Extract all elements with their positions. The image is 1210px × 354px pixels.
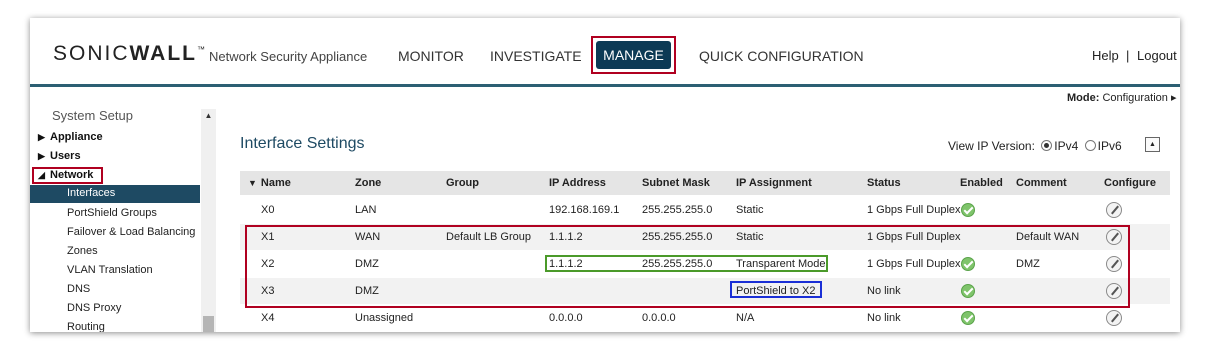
ipv6-radio[interactable] xyxy=(1084,140,1096,151)
sort-down-icon: ▼ xyxy=(248,178,257,188)
help-link[interactable]: Help xyxy=(1092,48,1119,63)
caret-right-icon: ▶ xyxy=(38,151,45,161)
cell-subnet-mask: 0.0.0.0 xyxy=(642,312,676,324)
column-header-ip-assignment[interactable]: IP Assignment xyxy=(736,177,812,189)
table-row[interactable]: X4 Unassigned 0.0.0.0 0.0.0.0 N/A No lin… xyxy=(240,305,1170,331)
sidebar-item-users[interactable]: ▶ Users xyxy=(38,150,81,162)
cell-name: X0 xyxy=(261,204,275,216)
configure-pencil-icon[interactable] xyxy=(1106,310,1122,326)
ip-highlight-box xyxy=(545,255,828,272)
sidebar-scrollbar[interactable] xyxy=(201,109,216,332)
logout-link[interactable]: Logout xyxy=(1137,48,1177,63)
sidebar-item-failover-load-balancing[interactable]: Failover & Load Balancing xyxy=(67,226,195,238)
table-row[interactable]: X0 LAN 192.168.169.1 255.255.255.0 Stati… xyxy=(240,197,1170,223)
sidebar-item-appliance[interactable]: ▶ Appliance xyxy=(38,131,103,143)
nav-investigate[interactable]: INVESTIGATE xyxy=(490,48,582,64)
cell-ip-address: 192.168.169.1 xyxy=(549,204,620,216)
network-highlight-box xyxy=(32,167,103,184)
sidebar: System Setup ▶ Appliance ▶ Users ◢ Network … xyxy=(30,87,217,332)
cell-status: No link xyxy=(867,312,901,324)
cell-subnet-mask: 255.255.255.0 xyxy=(642,204,713,216)
column-header-name[interactable]: ▼ Name xyxy=(248,177,291,189)
sidebar-item-dns-proxy[interactable]: DNS Proxy xyxy=(67,302,121,314)
table-header: ▼ Name Zone Group IP Address Subnet Mask … xyxy=(240,171,1170,195)
sidebar-item-dns[interactable]: DNS xyxy=(67,283,90,295)
configure-pencil-icon[interactable] xyxy=(1106,202,1122,218)
sidebar-item-routing[interactable]: Routing xyxy=(67,321,105,332)
mode-indicator[interactable]: Mode: Configuration ▸ xyxy=(1067,91,1176,104)
column-header-status[interactable]: Status xyxy=(867,177,901,189)
column-header-subnet-mask[interactable]: Subnet Mask xyxy=(642,177,710,189)
app-window: SONICWALL™ Network Security Appliance MO… xyxy=(30,18,1180,332)
scroll-up-arrow-icon[interactable]: ▲ xyxy=(201,109,216,123)
nav-quick-configuration[interactable]: QUICK CONFIGURATION xyxy=(699,48,864,64)
product-subtitle: Network Security Appliance xyxy=(209,49,368,64)
header-separator: | xyxy=(1126,48,1130,63)
enabled-check-icon[interactable] xyxy=(961,311,975,325)
cell-ip-assignment: N/A xyxy=(736,312,755,324)
top-bar: SONICWALL™ Network Security Appliance MO… xyxy=(30,18,1180,84)
ip-version-selector: View IP Version: IPv4 IPv6 xyxy=(948,139,1122,153)
portshield-highlight-box xyxy=(730,281,822,298)
scrollbar-thumb[interactable] xyxy=(203,316,214,332)
cell-ip-address: 0.0.0.0 xyxy=(549,312,583,324)
cell-ip-assignment: Static xyxy=(736,204,764,216)
nav-manage[interactable]: MANAGE xyxy=(596,41,671,69)
cell-name: X4 xyxy=(261,312,275,324)
page-title: Interface Settings xyxy=(240,135,365,152)
sidebar-item-zones[interactable]: Zones xyxy=(67,245,98,257)
column-header-zone[interactable]: Zone xyxy=(355,177,381,189)
ipv4-radio[interactable] xyxy=(1041,140,1053,151)
enabled-check-icon[interactable] xyxy=(961,203,975,217)
cell-zone: LAN xyxy=(355,204,377,216)
column-header-enabled[interactable]: Enabled xyxy=(960,177,1003,189)
nav-manage-highlight: MANAGE xyxy=(591,36,676,74)
sidebar-item-interfaces[interactable]: Interfaces xyxy=(30,185,200,203)
ip-version-label: View IP Version: xyxy=(948,139,1035,153)
ipv6-label: IPv6 xyxy=(1097,139,1122,153)
sonicwall-logo: SONICWALL™ xyxy=(53,42,205,65)
caret-right-icon: ▶ xyxy=(38,132,45,142)
sidebar-item-portshield-groups[interactable]: PortShield Groups xyxy=(67,207,157,219)
cell-zone: Unassigned xyxy=(355,312,414,324)
ipv4-label: IPv4 xyxy=(1054,139,1079,153)
sidebar-section-title: System Setup xyxy=(52,108,133,123)
column-header-comment[interactable]: Comment xyxy=(1016,177,1067,189)
nav-monitor[interactable]: MONITOR xyxy=(398,48,464,64)
column-header-group[interactable]: Group xyxy=(446,177,479,189)
column-header-ip-address[interactable]: IP Address xyxy=(549,177,606,189)
collapse-icon[interactable]: ▲ xyxy=(1145,137,1160,152)
sidebar-item-vlan-translation[interactable]: VLAN Translation xyxy=(67,264,153,276)
cell-status: 1 Gbps Full Duplex xyxy=(867,204,961,216)
column-header-configure[interactable]: Configure xyxy=(1104,177,1156,189)
